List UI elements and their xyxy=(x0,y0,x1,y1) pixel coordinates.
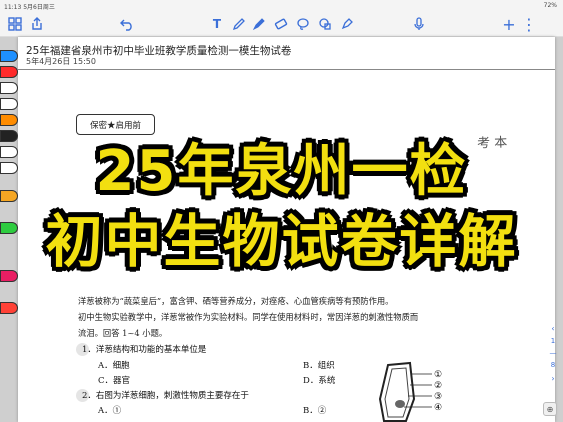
zoom-icon[interactable]: ⊕ xyxy=(543,402,557,416)
status-bar: 11:13 5月6日周三 72% xyxy=(0,0,563,11)
pen-color-blue[interactable] xyxy=(0,50,18,62)
header-divider xyxy=(18,69,555,70)
battery-indicator: 72% xyxy=(543,2,557,9)
question-1-stem: 1．洋葱结构和功能的基本单位是 xyxy=(82,345,207,355)
figure-label-3: ③ xyxy=(434,392,442,402)
pen-color-white[interactable] xyxy=(0,82,18,94)
question-1-option-d: D．系统 xyxy=(303,376,336,386)
body-line-1: 洋葱被称为“蔬菜皇后”，富含钾、硒等营养成分，对痤疮、心血管疾病等有预防作用。 xyxy=(78,296,394,306)
add-icon[interactable]: + xyxy=(500,15,518,34)
pen-icon[interactable] xyxy=(230,15,248,33)
page-current: 1 xyxy=(550,337,556,345)
eraser-icon[interactable] xyxy=(272,15,290,33)
figure-label-2: ② xyxy=(434,381,442,391)
overlay-title-line-2: 初中生物试卷详解 xyxy=(45,209,518,275)
notes-app-window: 11:13 5月6日周三 72% T + ⋮ 25年福建省泉州市初中毕业班教学质… xyxy=(0,0,563,422)
highlighter-icon[interactable] xyxy=(338,15,356,33)
body-line-3: 流泪。回答 1~4 小题。 xyxy=(78,328,168,338)
page-total: 8 xyxy=(550,361,556,369)
page-down-icon[interactable]: › xyxy=(547,372,559,384)
question-1-option-a: A．细胞 xyxy=(98,361,130,371)
pen-color-orange[interactable] xyxy=(0,114,18,126)
share-icon[interactable] xyxy=(28,15,46,33)
more-icon[interactable]: ⋮ xyxy=(520,15,538,34)
question-2-option-b: B．② xyxy=(303,406,327,416)
figure-label-4: ④ xyxy=(434,403,442,413)
figure-label-1: ① xyxy=(434,370,442,380)
pen-color-red-2[interactable] xyxy=(0,302,18,314)
onion-cell-figure: ① ② ③ ④ xyxy=(378,361,442,422)
overlay-title-line-1: 25年泉州一检 xyxy=(95,139,468,204)
mic-icon[interactable] xyxy=(410,15,428,33)
toolbar: T + ⋮ xyxy=(0,11,563,37)
body-line-2: 初中生物实验教学中，洋葱常被作为实验材料。同学在使用材料时，常因洋葱的刺激性物质… xyxy=(78,312,419,322)
page-up-icon[interactable]: ‹ xyxy=(547,322,559,334)
question-2-option-a: A．① xyxy=(98,406,122,416)
page-indicator: 1 — 8 xyxy=(547,335,559,371)
question-2-stem: 2．右图为洋葱细胞，刺激性物质主要存在于 xyxy=(82,391,249,401)
pen-color-red[interactable] xyxy=(0,66,18,78)
marker-icon[interactable] xyxy=(250,15,268,33)
lasso-icon[interactable] xyxy=(294,15,312,33)
shape-icon[interactable] xyxy=(316,15,334,33)
secret-label: 保密★启用前 xyxy=(76,114,155,135)
question-1-option-b: B．组织 xyxy=(303,361,335,371)
status-time: 11:13 5月6日周三 xyxy=(4,4,55,11)
text-icon[interactable]: T xyxy=(208,15,226,33)
document-date: 5年4月26日 15:50 xyxy=(26,57,96,66)
question-1-option-c: C．器官 xyxy=(98,376,131,386)
pen-color-white-2[interactable] xyxy=(0,98,18,110)
page-divider: — xyxy=(549,349,557,357)
grid-icon[interactable] xyxy=(6,15,24,33)
undo-icon[interactable] xyxy=(118,15,136,33)
